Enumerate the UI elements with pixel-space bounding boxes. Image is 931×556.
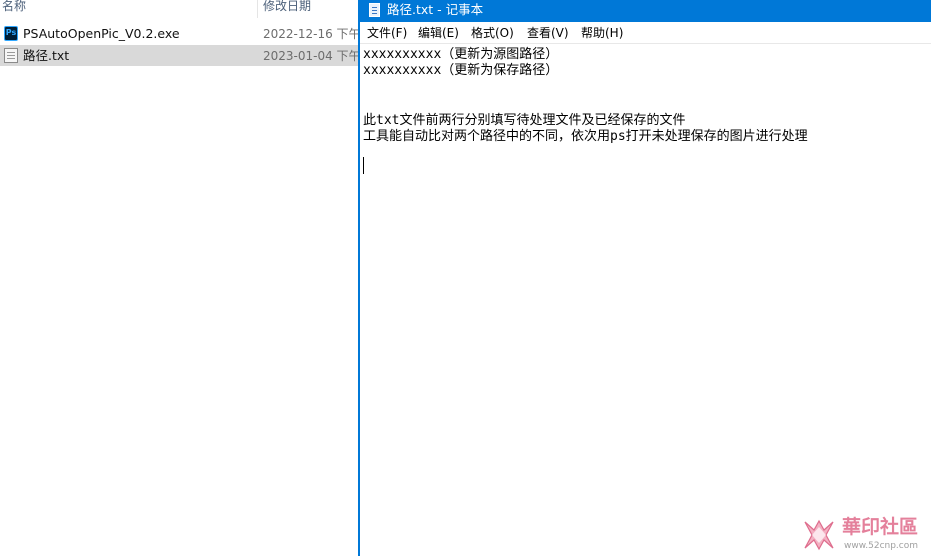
column-header-date-modified[interactable]: 修改日期 <box>263 0 360 18</box>
editor-content[interactable]: xxxxxxxxxx（更新为源图路径） xxxxxxxxxx（更新为保存路径） … <box>363 47 808 145</box>
file-date: 2022-12-16 下午 <box>263 27 358 41</box>
menu-bar: 文件(F) 编辑(E) 格式(O) 查看(V) 帮助(H) <box>360 22 931 44</box>
file-row-path-txt[interactable]: 路径.txt 2023-01-04 下午 <box>0 45 358 66</box>
menu-view[interactable]: 查看(V) <box>527 26 569 40</box>
column-header-name[interactable]: 名称 <box>2 0 256 18</box>
menu-help[interactable]: 帮助(H) <box>581 26 623 40</box>
file-row-psautoopenpic[interactable]: Ps PSAutoOpenPic_V0.2.exe 2022-12-16 下午 <box>0 23 358 44</box>
desktop-screen: 名称 修改日期 Ps PSAutoOpenPic_V0.2.exe 2022-1… <box>0 0 931 556</box>
text-caret <box>363 157 364 174</box>
window-title: 路径.txt - 记事本 <box>387 2 484 17</box>
menu-file[interactable]: 文件(F) <box>367 26 407 40</box>
notepad-icon <box>369 3 380 17</box>
file-explorer-list: 名称 修改日期 Ps PSAutoOpenPic_V0.2.exe 2022-1… <box>0 0 360 556</box>
menu-format[interactable]: 格式(O) <box>471 26 514 40</box>
file-name: PSAutoOpenPic_V0.2.exe <box>23 26 180 41</box>
text-file-icon <box>4 48 18 63</box>
file-name: 路径.txt <box>23 48 70 63</box>
photoshop-icon: Ps <box>4 26 18 41</box>
watermark-url: www.52cnp.com <box>844 541 919 551</box>
file-date: 2023-01-04 下午 <box>263 49 358 63</box>
column-divider[interactable] <box>257 0 258 18</box>
watermark-brand: 華印社區 <box>842 516 919 538</box>
notepad-window: 路径.txt - 记事本 文件(F) 编辑(E) 格式(O) 查看(V) 帮助(… <box>358 0 931 556</box>
text-editor-area[interactable]: xxxxxxxxxx（更新为源图路径） xxxxxxxxxx（更新为保存路径） … <box>360 45 931 556</box>
site-watermark: 華印社區 www.52cnp.com <box>800 514 931 556</box>
notepad-title-bar[interactable]: 路径.txt - 记事本 <box>360 0 931 22</box>
menu-edit[interactable]: 编辑(E) <box>418 26 459 40</box>
watermark-logo-icon <box>804 519 834 551</box>
